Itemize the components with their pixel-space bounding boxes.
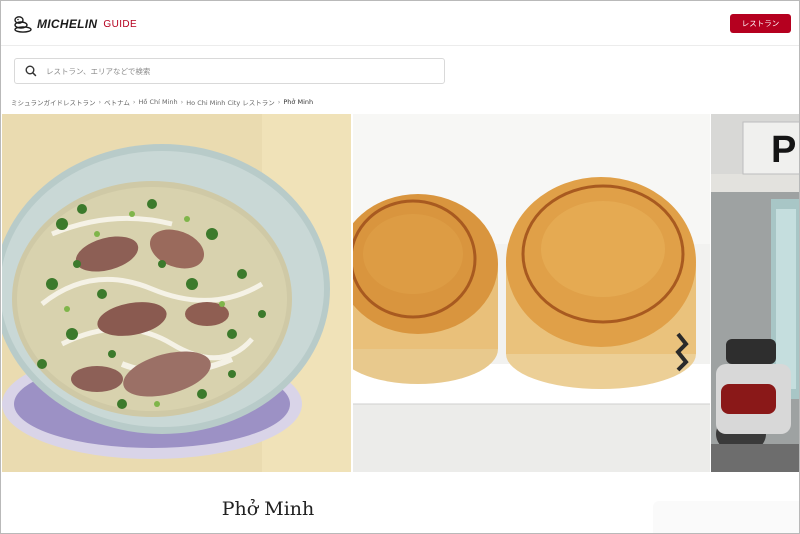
faint-overlay — [653, 501, 799, 533]
gallery-photo-storefront[interactable]: P — [711, 114, 799, 472]
photo-gallery: P — [2, 114, 799, 472]
search-input[interactable] — [46, 66, 436, 76]
breadcrumb-item-current: Phở Minh — [283, 98, 314, 106]
page-frame: MICHELIN GUIDE レストラン ミシュランガイドレストラン › ベトナ… — [0, 0, 800, 534]
storefront-sign-letter: P — [771, 129, 796, 171]
search-bar[interactable] — [14, 58, 445, 84]
logo-brand-text: MICHELIN — [37, 17, 98, 31]
restaurant-name: Phở Minh — [221, 498, 315, 520]
site-header: MICHELIN GUIDE レストラン — [1, 1, 799, 46]
restaurant-button[interactable]: レストラン — [730, 14, 791, 33]
breadcrumb-item-hcmc-restaurants[interactable]: Ho Chi Minh City レストラン — [186, 97, 275, 107]
breadcrumb-item-michelin-restaurants[interactable]: ミシュランガイドレストラン — [11, 97, 96, 107]
chevron-right-icon: › — [132, 98, 136, 106]
breadcrumb: ミシュランガイドレストラン › ベトナム › Hồ Chí Minh › Ho … — [11, 97, 313, 107]
michelin-guide-logo[interactable]: MICHELIN GUIDE — [11, 14, 137, 34]
bibendum-icon — [14, 16, 32, 33]
restaurant-title: Phở Minh — [1, 498, 535, 520]
logo-guide-text: GUIDE — [103, 18, 138, 30]
gallery-photo-pastries[interactable] — [353, 114, 710, 472]
breadcrumb-item-vietnam[interactable]: ベトナム — [104, 97, 130, 107]
gallery-photo-pho-bowl[interactable] — [2, 114, 351, 472]
chevron-right-icon: › — [277, 98, 281, 106]
breadcrumb-item-ho-chi-minh[interactable]: Hồ Chí Minh — [139, 98, 178, 106]
chevron-right-icon: › — [98, 98, 102, 106]
chevron-right-icon: › — [180, 98, 184, 106]
search-icon — [25, 65, 37, 77]
